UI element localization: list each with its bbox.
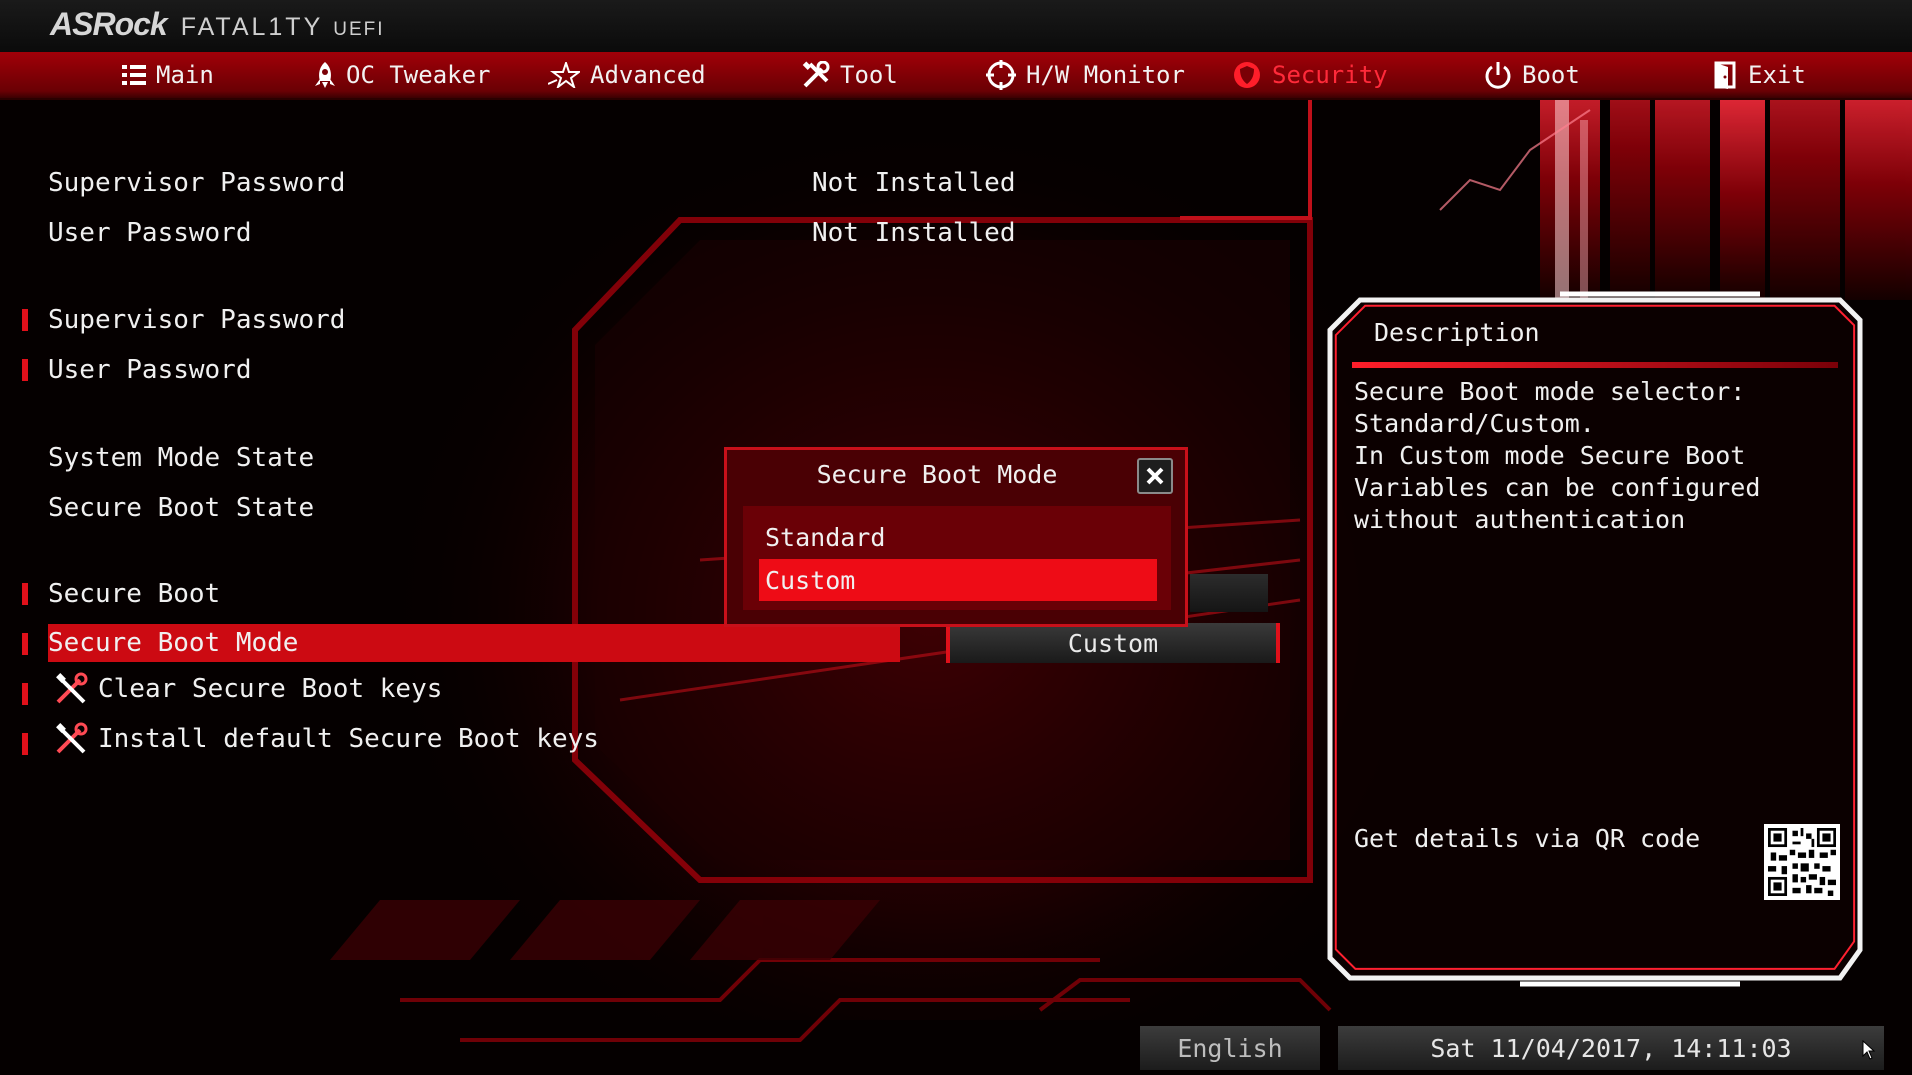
crosshair-icon: [986, 60, 1016, 90]
secure-boot-mode-dialog: Secure Boot Mode Standard Custom: [724, 447, 1188, 627]
secure-boot-value-box[interactable]: [1190, 574, 1268, 612]
qr-code-label: Get details via QR code: [1354, 824, 1701, 853]
brand-product: FATAL1TY: [180, 13, 324, 41]
supervisor-password-status-label: Supervisor Password: [48, 168, 346, 198]
star-icon: [548, 62, 580, 88]
rocket-icon: [315, 62, 335, 88]
tab-advanced[interactable]: Advanced: [548, 52, 706, 98]
set-user-password-item[interactable]: User Password: [48, 350, 252, 390]
exit-door-icon: [1714, 61, 1736, 89]
tab-tool-label: Tool: [840, 61, 898, 89]
description-divider: [1352, 362, 1838, 368]
description-title: Description: [1374, 318, 1540, 347]
dialog-option-list: Standard Custom: [743, 506, 1171, 610]
tab-advanced-label: Advanced: [590, 61, 706, 89]
tab-main[interactable]: Main: [122, 52, 214, 98]
item-marker: [22, 683, 28, 705]
install-default-secure-boot-keys-label: Install default Secure Boot keys: [98, 724, 599, 754]
secure-boot-mode-label: Secure Boot Mode: [48, 628, 299, 658]
tab-tool[interactable]: Tool: [802, 52, 898, 98]
tab-boot[interactable]: Boot: [1484, 52, 1580, 98]
tab-oc-tweaker[interactable]: OC Tweaker: [314, 52, 491, 98]
top-bar: ASRock FATAL1TY UEFI: [0, 0, 1912, 52]
option-custom[interactable]: Custom: [759, 559, 1157, 601]
qr-code-image: [1764, 824, 1840, 900]
item-marker: [22, 633, 28, 655]
tab-exit-label: Exit: [1748, 61, 1806, 89]
power-icon: [1485, 62, 1511, 89]
brand-firmware: UEFI: [333, 19, 385, 40]
secure-boot-item[interactable]: Secure Boot: [48, 574, 220, 614]
clear-secure-boot-keys-item[interactable]: Clear Secure Boot keys: [48, 669, 442, 709]
description-text: Secure Boot mode selector: Standard/Cust…: [1354, 377, 1761, 534]
set-supervisor-password-item[interactable]: Supervisor Password: [48, 300, 345, 340]
wrench-icon: [802, 61, 830, 88]
item-marker: [22, 583, 28, 605]
tab-oc-tweaker-label: OC Tweaker: [346, 61, 491, 89]
tab-main-label: Main: [156, 61, 214, 89]
tab-hw-monitor[interactable]: H/W Monitor: [986, 52, 1185, 98]
tools-icon: [56, 722, 88, 754]
system-mode-state-label: System Mode State: [48, 443, 315, 473]
close-button[interactable]: [1137, 458, 1173, 494]
item-marker: [22, 359, 28, 381]
secure-boot-mode-item[interactable]: Secure Boot Mode: [48, 624, 900, 662]
item-marker: [22, 309, 28, 331]
option-standard[interactable]: Standard: [759, 516, 1157, 558]
shield-icon: [1234, 62, 1260, 88]
user-password-status-value: Not Installed: [812, 218, 1016, 248]
tools-icon: [56, 672, 88, 704]
brand-logo: ASRock FATAL1TY UEFI: [50, 6, 385, 46]
close-icon: [1146, 467, 1164, 485]
secure-boot-mode-value[interactable]: Custom: [946, 623, 1280, 663]
dialog-title: Secure Boot Mode: [816, 460, 1058, 489]
tab-hw-monitor-label: H/W Monitor: [1026, 61, 1185, 89]
tab-security[interactable]: Security: [1232, 52, 1388, 98]
main-tab-bar: Main OC Tweaker Advanced Tool H/W Monito…: [0, 52, 1912, 100]
install-default-secure-boot-keys-item[interactable]: Install default Secure Boot keys: [48, 719, 599, 759]
list-icon: [122, 65, 146, 85]
tab-security-label: Security: [1272, 61, 1388, 89]
tab-exit[interactable]: Exit: [1714, 52, 1806, 98]
supervisor-password-status-value: Not Installed: [812, 168, 1016, 198]
brand-name: ASRock: [50, 6, 168, 42]
user-password-status-label: User Password: [48, 218, 252, 248]
datetime-display: Sat 11/04/2017, 14:11:03: [1338, 1026, 1884, 1070]
clear-secure-boot-keys-label: Clear Secure Boot keys: [98, 674, 443, 704]
tab-boot-label: Boot: [1522, 61, 1580, 89]
mouse-cursor-icon: [1862, 1040, 1876, 1060]
secure-boot-state-label: Secure Boot State: [48, 493, 315, 523]
item-marker: [22, 733, 28, 755]
language-button[interactable]: English: [1140, 1026, 1320, 1070]
